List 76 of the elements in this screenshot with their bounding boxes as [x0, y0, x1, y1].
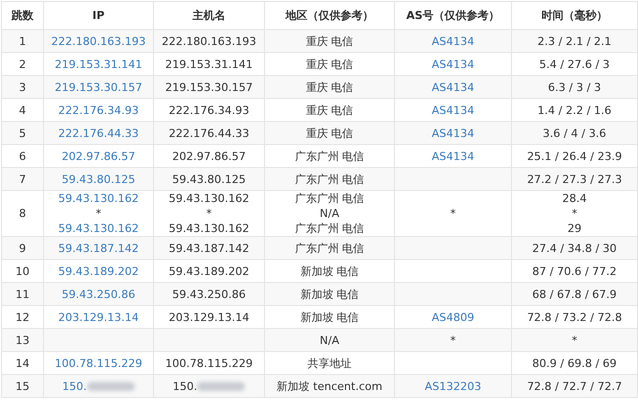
hostname: 219.153.31.141 — [164, 56, 254, 72]
region: 广东广州 电信 — [294, 172, 366, 186]
hop-number: 1 — [18, 34, 27, 48]
time-ms: 87 / 70.6 / 77.2 — [531, 264, 618, 278]
time-ms: 27.4 / 34.8 / 30 — [531, 240, 618, 256]
hostname: 203.129.13.14 — [168, 310, 250, 324]
hostname: 219.153.30.157 — [164, 80, 254, 94]
ip-link[interactable]: 59.43.130.162 — [44, 191, 153, 206]
hostname: 59.43.187.142 — [168, 240, 250, 256]
region: 新加坡 电信 — [299, 286, 360, 302]
time-ms: 2.3 / 2.1 / 2.1 — [536, 34, 612, 48]
column-header: 跳数 — [2, 2, 44, 30]
time-ms: 6.3 / 3 / 3 — [547, 80, 602, 94]
hostname: 222.176.34.93 — [168, 102, 250, 118]
region: 广东广州 电信 — [294, 148, 366, 164]
column-header: AS号（仅供参考） — [394, 2, 512, 30]
hostname: 59.43.130.162 — [168, 191, 250, 206]
hostname: 222.180.163.193 — [160, 34, 258, 48]
hop-number: 7 — [18, 172, 27, 186]
region: 广东广州 电信 — [294, 240, 366, 256]
time-ms: 27.2 / 27.3 / 27.3 — [526, 172, 623, 186]
ip-link[interactable]: 59.43.130.162 — [44, 221, 153, 236]
time-ms: 1.4 / 2.2 / 1.6 — [536, 102, 612, 118]
hop-number: 14 — [14, 356, 30, 370]
region: 重庆 电信 — [304, 80, 354, 94]
table-cell-text: * — [94, 206, 102, 221]
region: 广东广州 电信 — [294, 191, 366, 206]
hop-number: 5 — [18, 126, 27, 140]
time-ms: 3.6 / 4 / 3.6 — [542, 126, 608, 140]
hop-number: 9 — [18, 240, 27, 256]
region: 新加坡 电信 — [299, 310, 360, 324]
hostname: 202.97.86.57 — [171, 148, 247, 164]
hop-number: 15 — [14, 378, 30, 394]
time-ms: 29 — [566, 221, 582, 236]
region: 重庆 电信 — [304, 34, 354, 48]
hop-number: 12 — [14, 310, 30, 324]
hop-number: 11 — [14, 286, 30, 302]
region: N/A — [318, 206, 340, 221]
column-header: 地区（仅供参考） — [264, 2, 394, 30]
hostname: 100.78.115.229 — [164, 356, 254, 370]
table-cell-text: * — [449, 206, 457, 221]
column-header: 时间（毫秒） — [512, 2, 638, 30]
region: 重庆 电信 — [304, 56, 354, 72]
time-ms: 72.8 / 72.7 / 72.7 — [526, 378, 623, 394]
column-header: 主机名 — [154, 2, 264, 30]
hostname: * — [205, 206, 213, 221]
region: 新加坡 tencent.com — [276, 378, 384, 394]
region: 广东广州 电信 — [294, 221, 366, 236]
table-cell-text: * — [449, 332, 457, 348]
hop-number: 4 — [18, 102, 27, 118]
ip-link[interactable]: 150. — [62, 380, 87, 392]
hop-number: 10 — [14, 264, 30, 278]
region: 新加坡 电信 — [299, 264, 360, 278]
time-ms: 80.9 / 69.8 / 69 — [531, 356, 618, 370]
time-ms: 5.4 / 27.6 / 3 — [538, 56, 611, 72]
hostname: 59.43.130.162 — [168, 221, 250, 236]
region: 重庆 电信 — [304, 102, 354, 118]
hop-number: 8 — [18, 206, 27, 221]
region: 共享地址 — [306, 356, 352, 370]
hostname: 59.43.250.86 — [171, 286, 247, 302]
hostname: 150. — [172, 380, 198, 392]
region: 重庆 电信 — [304, 126, 354, 140]
hop-number: 3 — [18, 80, 27, 94]
hostname: 59.43.189.202 — [168, 264, 250, 278]
hop-number: 2 — [18, 56, 27, 72]
time-ms: 28.4 — [561, 191, 588, 206]
time-ms: 25.1 / 26.4 / 23.9 — [526, 148, 623, 164]
hostname: 222.176.44.33 — [168, 126, 250, 140]
hop-number: 13 — [14, 332, 30, 348]
region: N/A — [318, 332, 340, 348]
time-ms: * — [570, 206, 578, 221]
time-ms: 68 / 67.8 / 67.9 — [531, 286, 618, 302]
time-ms: 72.8 / 73.2 / 72.8 — [526, 310, 623, 324]
hop-number: 6 — [18, 148, 27, 164]
time-ms: * — [570, 332, 578, 348]
hostname: 59.43.80.125 — [171, 172, 247, 186]
